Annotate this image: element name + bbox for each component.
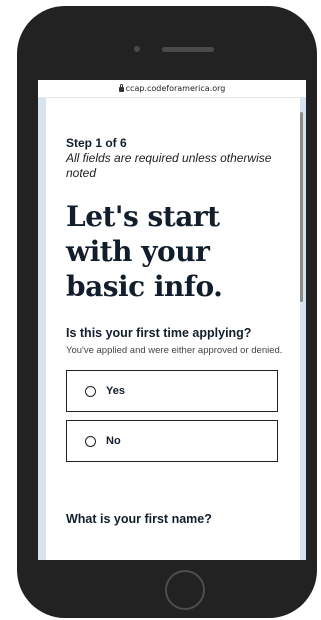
form-card: Step 1 of 6 All fields are required unle… <box>46 98 300 560</box>
url-bar[interactable]: ccap.codeforamerica.org <box>38 80 306 98</box>
radio-circle-icon <box>85 435 96 447</box>
page-title: Let's start with your basic info. <box>66 200 223 303</box>
camera-icon <box>134 46 140 52</box>
question-first-time-label: Is this your first time applying? <box>66 326 252 340</box>
scrollbar[interactable] <box>300 112 303 302</box>
lock-icon <box>118 84 124 92</box>
phone-screen: ccap.codeforamerica.org Step 1 of 6 All … <box>38 80 306 560</box>
question-first-time-help: You've applied and were either approved … <box>66 345 283 356</box>
radio-option-no[interactable]: No <box>66 420 278 462</box>
radio-label-yes: Yes <box>106 385 125 397</box>
speaker-grille <box>162 47 214 52</box>
radio-label-no: No <box>106 435 121 447</box>
page-background: Step 1 of 6 All fields are required unle… <box>38 98 306 560</box>
home-button[interactable] <box>165 570 205 610</box>
required-fields-note: All fields are required unless otherwise… <box>66 151 272 180</box>
radio-circle-icon <box>85 385 96 397</box>
radio-option-yes[interactable]: Yes <box>66 370 278 412</box>
step-indicator: Step 1 of 6 <box>66 136 127 150</box>
question-first-name-label: What is your first name? <box>66 512 212 526</box>
url-text: ccap.codeforamerica.org <box>125 84 226 93</box>
